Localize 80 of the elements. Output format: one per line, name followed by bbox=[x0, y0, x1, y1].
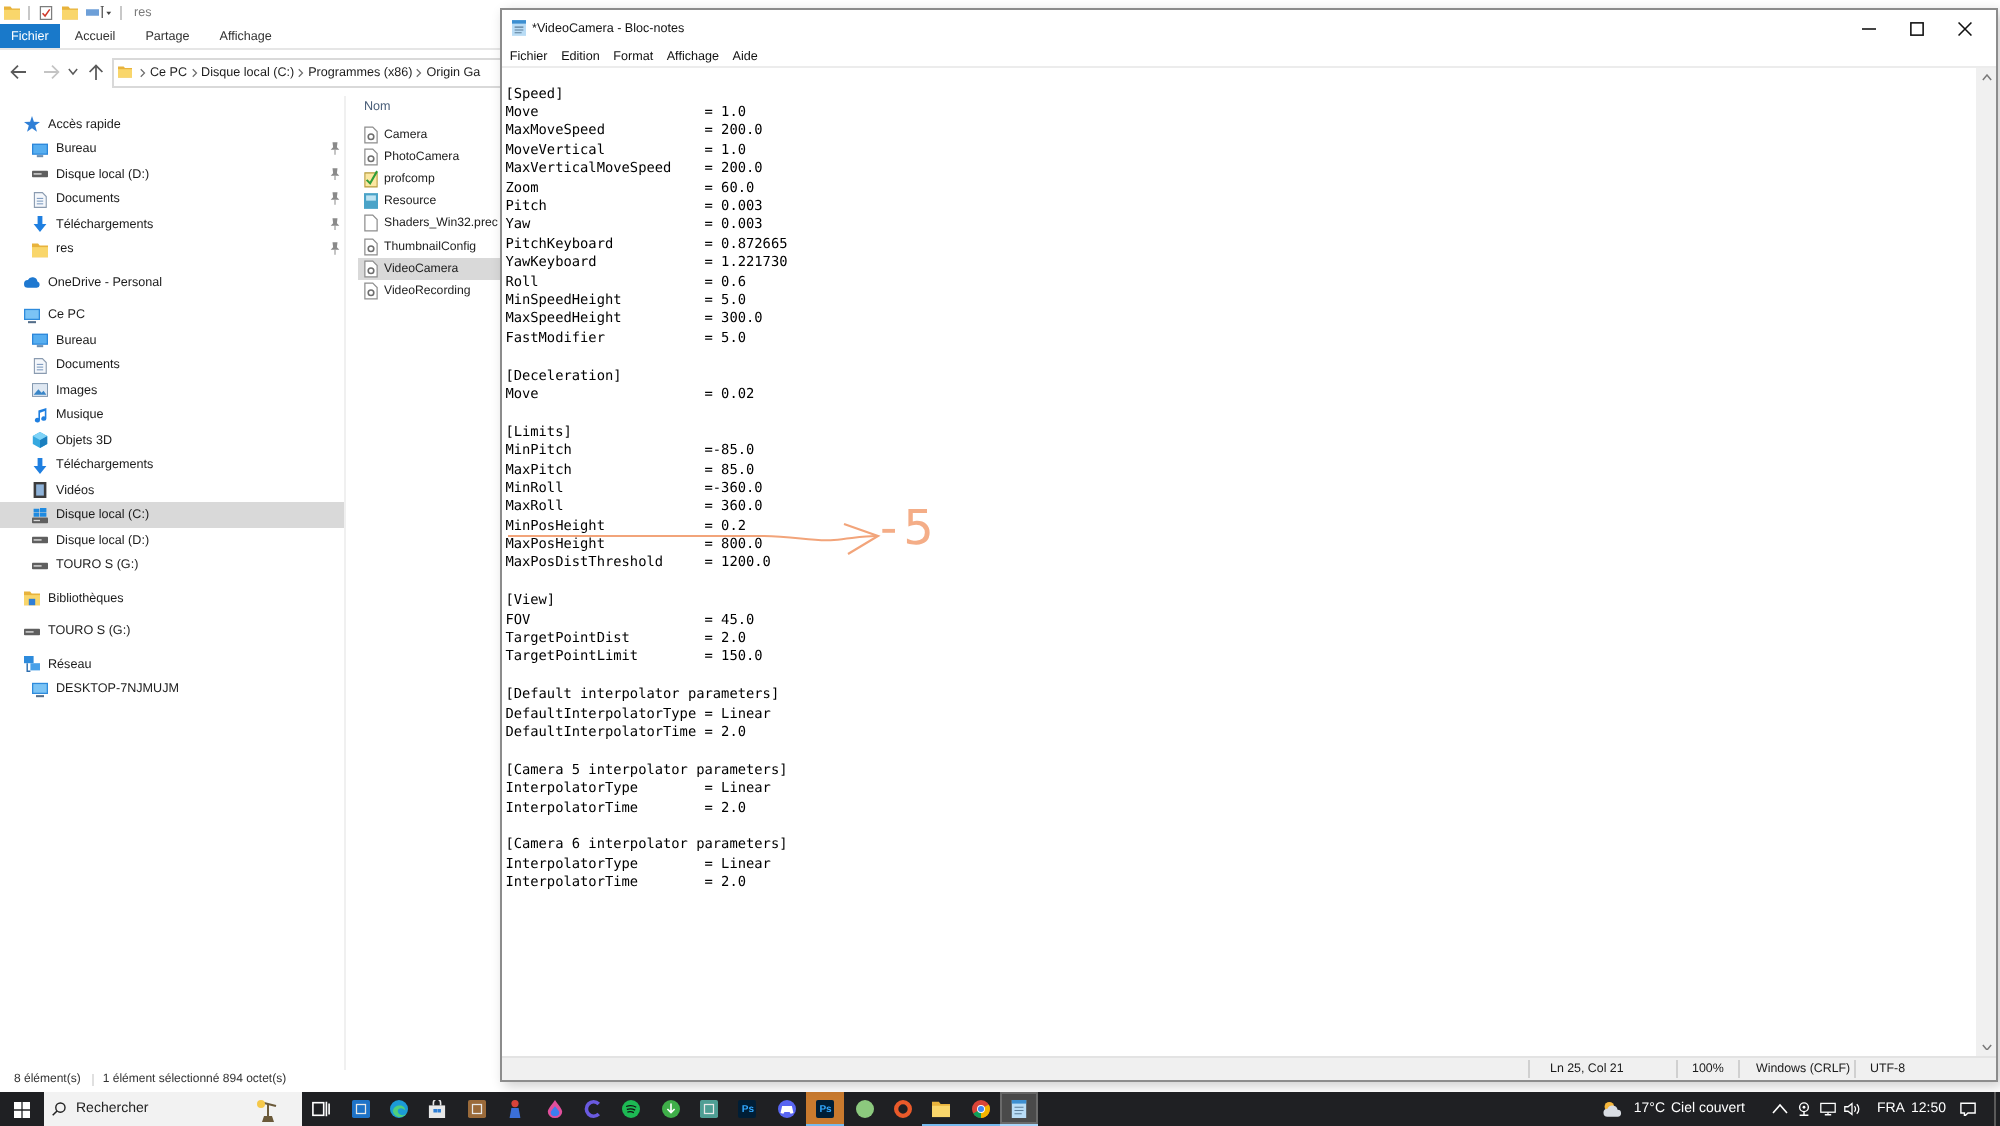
arrow-circle-icon[interactable] bbox=[661, 1100, 680, 1119]
settings-file-icon bbox=[364, 281, 378, 300]
task-view-icon[interactable] bbox=[312, 1100, 331, 1119]
pin-icon[interactable] bbox=[330, 167, 340, 181]
arc-icon[interactable] bbox=[583, 1100, 602, 1119]
lamp-illustration-icon bbox=[256, 1097, 280, 1121]
document-icon bbox=[32, 191, 48, 207]
picture-icon bbox=[32, 382, 48, 398]
network-icon[interactable] bbox=[1820, 1102, 1837, 1116]
vertical-scrollbar[interactable] bbox=[1976, 68, 1996, 1056]
maximize-icon[interactable] bbox=[1909, 21, 1923, 35]
checklist-icon bbox=[364, 170, 378, 189]
desktop-icon bbox=[32, 332, 48, 348]
folder-icon bbox=[32, 241, 48, 257]
drive-icon bbox=[32, 561, 48, 569]
film-icon bbox=[32, 482, 48, 498]
document-icon bbox=[32, 357, 48, 373]
pin-icon[interactable] bbox=[330, 242, 340, 256]
close-icon[interactable] bbox=[1957, 21, 1971, 35]
rename-icon[interactable] bbox=[86, 5, 112, 19]
figure-icon[interactable] bbox=[506, 1100, 525, 1119]
folder-icon[interactable] bbox=[932, 1100, 951, 1119]
settings-file-icon bbox=[364, 126, 378, 145]
pin-icon[interactable] bbox=[330, 192, 340, 206]
monitor-icon bbox=[32, 681, 48, 697]
chevron-icon[interactable] bbox=[140, 67, 146, 77]
settings-file-icon bbox=[364, 148, 378, 167]
notification-icon[interactable] bbox=[1960, 1101, 1976, 1117]
search-icon bbox=[52, 1102, 66, 1116]
square-app-icon[interactable] bbox=[351, 1100, 370, 1119]
square-app-icon[interactable] bbox=[700, 1100, 719, 1119]
sound-waves-icon[interactable] bbox=[622, 1100, 641, 1119]
library-icon bbox=[24, 590, 40, 606]
folder-icon bbox=[118, 66, 132, 78]
chevron-icon[interactable] bbox=[191, 67, 198, 77]
desktop-icon bbox=[32, 141, 48, 157]
notepad-icon[interactable] bbox=[1010, 1100, 1029, 1119]
ring-icon[interactable] bbox=[894, 1100, 913, 1119]
back-arrow-icon[interactable] bbox=[10, 64, 26, 80]
minimize-icon[interactable] bbox=[1861, 27, 1875, 29]
drive-icon bbox=[24, 627, 40, 635]
swirl-icon[interactable] bbox=[389, 1100, 408, 1119]
caret-up-icon[interactable] bbox=[1772, 1102, 1789, 1116]
download-arrow-icon bbox=[32, 457, 48, 473]
drive-icon bbox=[32, 170, 48, 178]
network-icon bbox=[24, 656, 40, 672]
drop-icon[interactable] bbox=[545, 1100, 564, 1119]
music-note-icon bbox=[32, 407, 48, 423]
file-icon bbox=[364, 214, 378, 233]
shopping-bag-icon[interactable] bbox=[428, 1100, 447, 1119]
taskbar-button[interactable] bbox=[1000, 1092, 1039, 1126]
square-app-icon[interactable] bbox=[467, 1100, 486, 1119]
download-arrow-icon bbox=[32, 216, 48, 232]
pin-icon[interactable] bbox=[330, 217, 340, 231]
game-controller-icon[interactable] bbox=[777, 1100, 796, 1119]
chevron-icon[interactable] bbox=[298, 67, 305, 77]
chevron-icon[interactable] bbox=[416, 67, 423, 77]
scroll-up-icon[interactable] bbox=[1981, 74, 1991, 81]
browser-circle-icon[interactable] bbox=[971, 1100, 990, 1119]
up-arrow-icon[interactable] bbox=[88, 64, 104, 80]
windows-logo-icon[interactable] bbox=[14, 1101, 30, 1117]
volume-icon[interactable] bbox=[1844, 1102, 1861, 1116]
star-icon bbox=[24, 116, 40, 132]
settings-file-icon bbox=[364, 237, 378, 256]
cube-icon bbox=[32, 432, 48, 448]
circle-app-icon[interactable] bbox=[855, 1100, 874, 1119]
drive-icon bbox=[32, 507, 48, 523]
cloud-icon bbox=[24, 274, 40, 290]
drive-icon bbox=[32, 536, 48, 544]
pin-icon[interactable] bbox=[330, 142, 340, 156]
properties-icon[interactable] bbox=[38, 5, 54, 19]
notepad-icon bbox=[512, 20, 526, 36]
monitor-icon bbox=[24, 307, 40, 323]
webcam-icon[interactable] bbox=[1796, 1102, 1813, 1116]
settings-file-icon bbox=[364, 259, 378, 278]
scroll-down-icon[interactable] bbox=[1981, 1043, 1991, 1050]
annotation-text: -5 bbox=[880, 502, 940, 554]
cloud-sun-icon[interactable] bbox=[1601, 1100, 1624, 1118]
package-icon bbox=[364, 192, 378, 211]
caret-down-icon[interactable] bbox=[67, 68, 77, 76]
